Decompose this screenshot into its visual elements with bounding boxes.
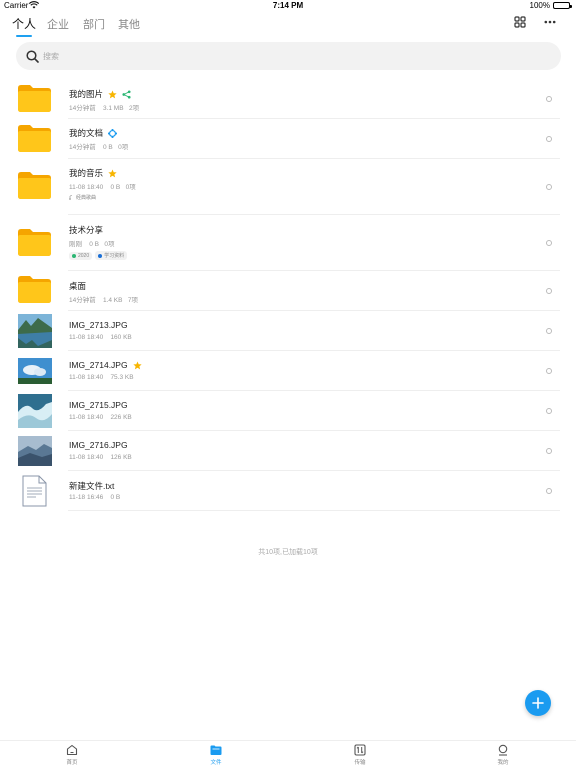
nav-transfer[interactable]: 传输 xyxy=(340,744,380,766)
file-name: IMG_2715.JPG xyxy=(69,400,128,410)
search-bar[interactable] xyxy=(16,42,561,70)
tab-department[interactable]: 部门 xyxy=(83,16,105,32)
battery-percent: 100% xyxy=(529,1,550,10)
sky-photo-thumbnail xyxy=(18,358,52,384)
file-meta: 刚刚 0 B 0项 xyxy=(69,241,115,248)
select-radio[interactable] xyxy=(546,368,552,374)
share-icon xyxy=(122,89,131,99)
star-icon xyxy=(108,168,117,177)
search-icon xyxy=(26,49,39,63)
file-name: 我的音乐 xyxy=(69,168,104,178)
profile-icon xyxy=(498,744,508,756)
tag-study: 学习资料 xyxy=(95,251,128,260)
select-radio[interactable] xyxy=(546,184,552,190)
file-name: 我的图片 xyxy=(69,89,104,99)
home-icon xyxy=(66,744,78,756)
tab-other[interactable]: 其他 xyxy=(118,16,140,32)
mountain-photo-thumbnail xyxy=(18,436,52,466)
file-meta: 14分钟前 3.1 MB 2项 xyxy=(69,105,140,112)
file-meta: 11-08 18:40 160 KB xyxy=(69,334,132,341)
list-summary: 共10项,已加载10项 xyxy=(258,549,318,556)
list-item[interactable]: 桌面 14分钟前 1.4 KB 7项 xyxy=(0,271,576,311)
list-item[interactable]: IMG_2715.JPG 11-08 18:40 226 KB xyxy=(0,391,576,431)
bottom-nav: 首页 文件 传输 我的 xyxy=(0,740,576,768)
list-item[interactable]: 我的图片 14分钟前 3.1 MB 2项 xyxy=(0,80,576,119)
tag-label: 经典歌曲 xyxy=(69,194,96,201)
file-meta: 11-18 16:46 0 B xyxy=(69,494,121,501)
select-radio[interactable] xyxy=(546,408,552,414)
music-note-icon xyxy=(69,195,73,200)
status-bar: Carrier 7:14 PM 100% xyxy=(0,0,576,12)
plus-icon xyxy=(532,697,544,709)
battery-icon xyxy=(553,2,572,9)
tab-enterprise[interactable]: 企业 xyxy=(47,16,69,32)
sync-icon xyxy=(108,128,118,138)
list-item[interactable]: 新建文件.txt 11-18 16:46 0 B xyxy=(0,471,576,511)
tab-underline xyxy=(16,35,33,37)
clock: 7:14 PM xyxy=(272,1,304,10)
list-item[interactable]: IMG_2716.JPG 11-08 18:40 126 KB xyxy=(0,431,576,471)
file-name: IMG_2714.JPG xyxy=(69,360,128,370)
star-icon xyxy=(132,360,142,369)
file-meta: 11-08 18:40 0 B 0项 xyxy=(69,184,136,191)
wave-photo-thumbnail xyxy=(18,394,52,428)
list-item[interactable]: IMG_2713.JPG 11-08 18:40 160 KB xyxy=(0,311,576,351)
file-meta: 11-08 18:40 75.3 KB xyxy=(69,374,134,381)
file-meta: 14分钟前 1.4 KB 7项 xyxy=(69,297,138,304)
file-name: 我的文档 xyxy=(69,128,104,138)
nav-profile[interactable]: 我的 xyxy=(483,744,523,766)
folder-icon xyxy=(18,172,51,199)
transfer-icon xyxy=(354,744,366,756)
folder-icon xyxy=(18,276,51,303)
text-file-icon xyxy=(22,475,47,507)
file-meta: 14分钟前 0 B 0项 xyxy=(69,144,129,151)
file-meta: 11-08 18:40 126 KB xyxy=(69,454,132,461)
folder-icon xyxy=(18,85,51,112)
file-name: IMG_2716.JPG xyxy=(69,440,128,450)
select-radio[interactable] xyxy=(546,96,552,102)
tab-personal[interactable]: 个人 xyxy=(12,15,36,37)
add-button[interactable] xyxy=(525,690,551,716)
folder-icon xyxy=(18,125,51,152)
list-item[interactable]: 我的文档 14分钟前 0 B 0项 xyxy=(0,119,576,159)
nav-home[interactable]: 首页 xyxy=(52,744,92,766)
list-item[interactable]: 技术分享 刚刚 0 B 0项 2020 学习资料 xyxy=(0,215,576,271)
file-name: IMG_2713.JPG xyxy=(69,320,128,330)
star-icon xyxy=(108,89,117,98)
select-radio[interactable] xyxy=(546,240,552,246)
grid-view-icon[interactable] xyxy=(514,16,526,28)
folder-icon xyxy=(210,745,222,755)
lake-photo-thumbnail xyxy=(18,314,52,348)
list-item[interactable]: 我的音乐 11-08 18:40 0 B 0项 经典歌曲 xyxy=(0,159,576,215)
more-icon[interactable] xyxy=(544,16,556,28)
search-input[interactable] xyxy=(43,51,443,61)
select-radio[interactable] xyxy=(546,488,552,494)
file-list: 我的图片 14分钟前 3.1 MB 2项 我的文档 14分钟前 0 B 0项 我… xyxy=(0,80,576,511)
tag-2020: 2020 xyxy=(69,251,93,260)
file-name: 桌面 xyxy=(69,281,87,291)
list-item[interactable]: IMG_2714.JPG 11-08 18:40 75.3 KB xyxy=(0,351,576,391)
file-meta: 11-08 18:40 226 KB xyxy=(69,414,132,421)
file-name: 技术分享 xyxy=(69,225,104,235)
select-radio[interactable] xyxy=(546,136,552,142)
header-actions xyxy=(514,16,556,28)
top-tabs: 个人 企业 部门 其他 xyxy=(0,14,576,37)
file-name: 新建文件.txt xyxy=(69,481,115,491)
select-radio[interactable] xyxy=(546,328,552,334)
select-radio[interactable] xyxy=(546,288,552,294)
select-radio[interactable] xyxy=(546,448,552,454)
nav-files[interactable]: 文件 xyxy=(196,744,236,766)
folder-icon xyxy=(18,229,51,256)
